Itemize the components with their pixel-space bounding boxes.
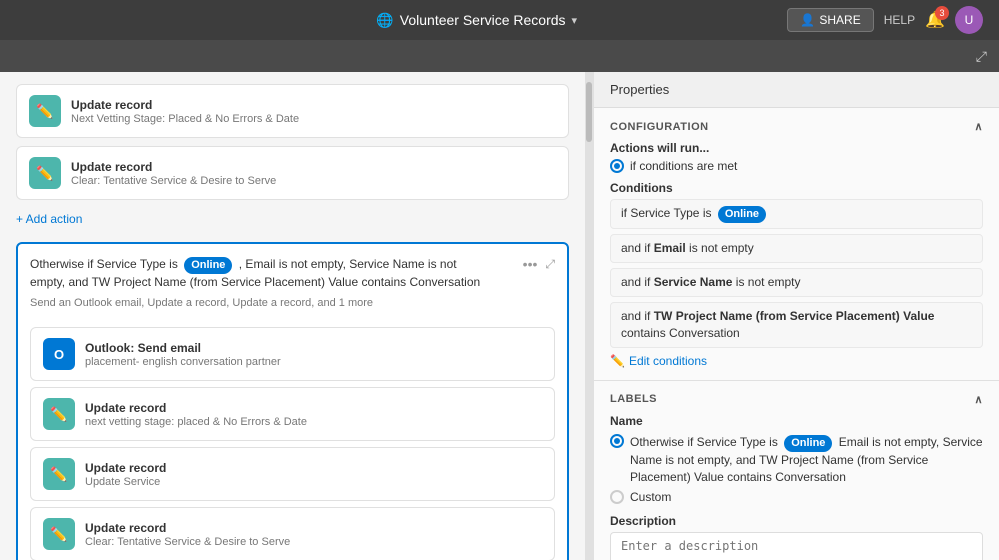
dots-menu-icon[interactable]: ••• <box>523 256 538 272</box>
update-5-title: Update record <box>85 521 542 535</box>
update-4-subtitle: Update Service <box>85 476 542 488</box>
update-3-text: Update record next vetting stage: placed… <box>85 401 542 428</box>
actions-will-run-label: Actions will run... <box>610 141 983 155</box>
condition-title: Otherwise if Service Type is Online , Em… <box>30 256 483 291</box>
configuration-collapse-icon[interactable]: ∧ <box>974 120 983 133</box>
action-card-update-5: ✏️ Update record Clear: Tentative Servic… <box>30 507 555 560</box>
left-panel: ✏️ Update record Next Vetting Stage: Pla… <box>0 72 585 560</box>
condition-block-header: Otherwise if Service Type is Online , Em… <box>30 256 555 319</box>
update-3-subtitle: next vetting stage: placed & No Errors &… <box>85 416 542 428</box>
properties-header: Properties <box>594 72 999 108</box>
name-option-auto[interactable]: Otherwise if Service Type is Online Emai… <box>610 434 983 486</box>
name-label: Name <box>610 414 983 428</box>
globe-icon: 🌐 <box>376 12 393 29</box>
action-card-update-2: ✏️ Update record Clear: Tentative Servic… <box>16 146 569 200</box>
teal-icon-5: ✏️ <box>43 518 75 550</box>
service-type-badge: Online <box>718 206 766 223</box>
update-4-title: Update record <box>85 461 542 475</box>
update-4-text: Update record Update Service <box>85 461 542 488</box>
condition-row-1: and if Email is not empty <box>610 234 983 263</box>
header-actions: 👤 SHARE HELP 🔔 3 U <box>787 6 983 34</box>
condition-sub: Send an Outlook email, Update a record, … <box>30 297 483 309</box>
edit-conditions-link[interactable]: ✏️ Edit conditions <box>610 354 983 368</box>
labels-section: LABELS ∧ Name Otherwise if Service Type … <box>594 381 999 560</box>
pencil-icon: ✏️ <box>36 103 53 120</box>
notification-icon[interactable]: 🔔 3 <box>925 10 945 30</box>
name-radio-dot-unselected <box>610 490 624 504</box>
action-title-2: Update record <box>71 160 556 174</box>
action-subtitle: Next Vetting Stage: Placed & No Errors &… <box>71 113 556 125</box>
outlook-subtitle: placement- english conversation partner <box>85 356 542 368</box>
pencil-icon-2: ✏️ <box>36 165 53 182</box>
radio-dot-selected <box>610 159 624 173</box>
action-subtitle-2: Clear: Tentative Service & Desire to Ser… <box>71 175 556 187</box>
conditional-block: Otherwise if Service Type is Online , Em… <box>16 242 569 560</box>
share-button[interactable]: 👤 SHARE <box>787 8 873 32</box>
labels-section-title: LABELS ∧ <box>610 393 983 406</box>
configuration-section-title: CONFIGURATION ∧ <box>610 120 983 133</box>
right-panel: Properties CONFIGURATION ∧ Actions will … <box>593 72 999 560</box>
condition-row-2: and if Service Name is not empty <box>610 268 983 297</box>
action-card-update-1: ✏️ Update record Next Vetting Stage: Pla… <box>16 84 569 138</box>
sub-header: ⤢ <box>0 40 999 72</box>
teal-icon-4: ✏️ <box>43 458 75 490</box>
radio-if-conditions-met[interactable]: if conditions are met <box>610 159 983 173</box>
condition-row-3: and if TW Project Name (from Service Pla… <box>610 302 983 348</box>
outlook-action-text: Outlook: Send email placement- english c… <box>85 341 542 368</box>
action-card-update-3: ✏️ Update record next vetting stage: pla… <box>30 387 555 441</box>
avatar[interactable]: U <box>955 6 983 34</box>
condition-row-0: if Service Type is Online <box>610 199 983 229</box>
update-5-subtitle: Clear: Tentative Service & Desire to Ser… <box>85 536 542 548</box>
action-icon-teal-2: ✏️ <box>29 157 61 189</box>
description-label: Description <box>610 514 983 528</box>
radio-group-actions: if conditions are met <box>610 159 983 173</box>
title-dropdown-arrow[interactable]: ▾ <box>572 14 578 27</box>
teal-icon-3: ✏️ <box>43 398 75 430</box>
outlook-title: Outlook: Send email <box>85 341 542 355</box>
action-text-2: Update record Clear: Tentative Service &… <box>71 160 556 187</box>
name-radio-dot-selected <box>610 434 624 448</box>
name-online-badge: Online <box>784 435 832 452</box>
outlook-icon: O <box>43 338 75 370</box>
action-text: Update record Next Vetting Stage: Placed… <box>71 98 556 125</box>
header-title-area: 🌐 Volunteer Service Records ▾ <box>376 12 577 29</box>
update-3-title: Update record <box>85 401 542 415</box>
action-card-update-4: ✏️ Update record Update Service <box>30 447 555 501</box>
update-5-text: Update record Clear: Tentative Service &… <box>85 521 542 548</box>
description-input[interactable] <box>610 532 983 560</box>
pencil-edit-icon: ✏️ <box>610 354 625 368</box>
action-card-outlook: O Outlook: Send email placement- english… <box>30 327 555 381</box>
labels-collapse-icon[interactable]: ∧ <box>974 393 983 406</box>
action-title: Update record <box>71 98 556 112</box>
add-action-top-button[interactable]: + Add action <box>16 208 82 230</box>
configuration-section: CONFIGURATION ∧ Actions will run... if c… <box>594 108 999 381</box>
expand-block-icon[interactable]: ⤢ <box>545 257 555 272</box>
notification-badge: 3 <box>935 6 949 20</box>
app-header: 🌐 Volunteer Service Records ▾ 👤 SHARE HE… <box>0 0 999 40</box>
share-icon: 👤 <box>800 13 815 27</box>
action-icon-teal: ✏️ <box>29 95 61 127</box>
name-option-custom[interactable]: Custom <box>610 490 983 504</box>
expand-icon[interactable]: ⤢ <box>976 48 987 65</box>
conditions-label: Conditions <box>610 181 983 195</box>
help-button[interactable]: HELP <box>884 13 915 27</box>
scrollbar[interactable] <box>585 72 593 560</box>
online-badge: Online <box>184 257 232 274</box>
page-title: Volunteer Service Records <box>400 12 566 28</box>
main-layout: ✏️ Update record Next Vetting Stage: Pla… <box>0 72 999 560</box>
